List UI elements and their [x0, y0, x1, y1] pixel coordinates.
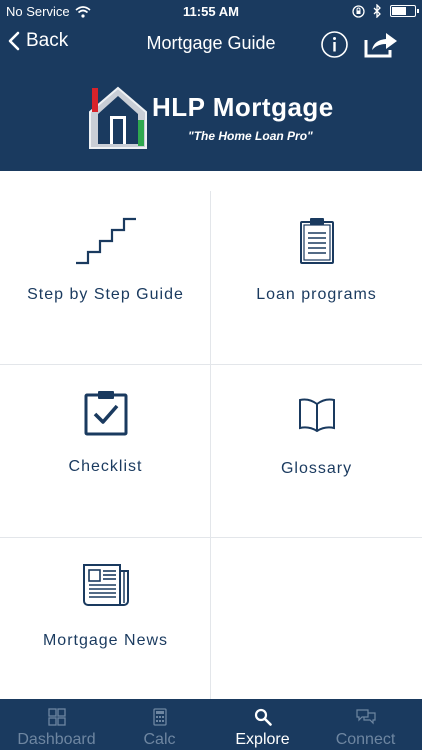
- menu-item-label: Glossary: [280, 460, 353, 477]
- menu-item-label: Mortgage News: [42, 632, 169, 649]
- menu-item-label: Step by Step Guide: [27, 286, 184, 303]
- stairs-icon: [75, 217, 136, 265]
- header: No Service 11:55 AM Back Mortgage Guide …: [0, 0, 422, 171]
- tab-calc[interactable]: Calc: [107, 699, 212, 750]
- tab-explore[interactable]: Explore: [210, 699, 315, 750]
- open-book-icon: [298, 398, 335, 433]
- menu-item-mortgage-news[interactable]: Mortgage News: [0, 537, 211, 710]
- brand-tagline: "The Home Loan Pro": [188, 129, 313, 143]
- menu-item-glossary[interactable]: Glossary: [211, 364, 422, 537]
- brand-name: HLP Mortgage: [152, 92, 334, 122]
- status-bar: No Service 11:55 AM: [0, 0, 422, 22]
- menu-grid: Step by Step Guide Loan programs Checkli…: [0, 191, 422, 699]
- tab-label: Explore: [235, 731, 290, 748]
- orientation-lock-icon: [352, 4, 365, 18]
- menu-item-loan-programs[interactable]: Loan programs: [211, 191, 422, 364]
- battery-icon: [390, 5, 419, 17]
- clipboard-list-icon: [299, 218, 334, 264]
- brand-logo: HLP Mortgage "The Home Loan Pro": [88, 84, 348, 154]
- page-title: Mortgage Guide: [146, 33, 276, 53]
- tab-bar: Dashboard Calc Explore Connect: [0, 699, 422, 750]
- navigation-bar: Back Mortgage Guide: [0, 22, 422, 66]
- clipboard-check-icon: [84, 391, 127, 436]
- menu-item-label: Checklist: [68, 458, 143, 475]
- tab-dashboard[interactable]: Dashboard: [4, 699, 109, 750]
- house-logo-icon: [89, 86, 147, 149]
- newspaper-icon: [82, 564, 129, 606]
- bluetooth-icon: [373, 4, 381, 18]
- calculator-icon: [152, 708, 167, 726]
- menu-item-step-by-step-guide[interactable]: Step by Step Guide: [0, 191, 211, 364]
- dashboard-grid-icon: [47, 708, 66, 726]
- chat-bubbles-icon: [355, 709, 376, 725]
- tab-connect[interactable]: Connect: [313, 699, 418, 750]
- tab-label: Connect: [335, 731, 396, 748]
- menu-item-checklist[interactable]: Checklist: [0, 364, 211, 537]
- search-icon: [254, 708, 272, 726]
- tab-label: Dashboard: [17, 731, 96, 748]
- tab-label: Calc: [143, 731, 176, 748]
- share-icon[interactable]: [362, 28, 400, 60]
- menu-item-label: Loan programs: [256, 286, 377, 303]
- info-icon[interactable]: [320, 30, 349, 59]
